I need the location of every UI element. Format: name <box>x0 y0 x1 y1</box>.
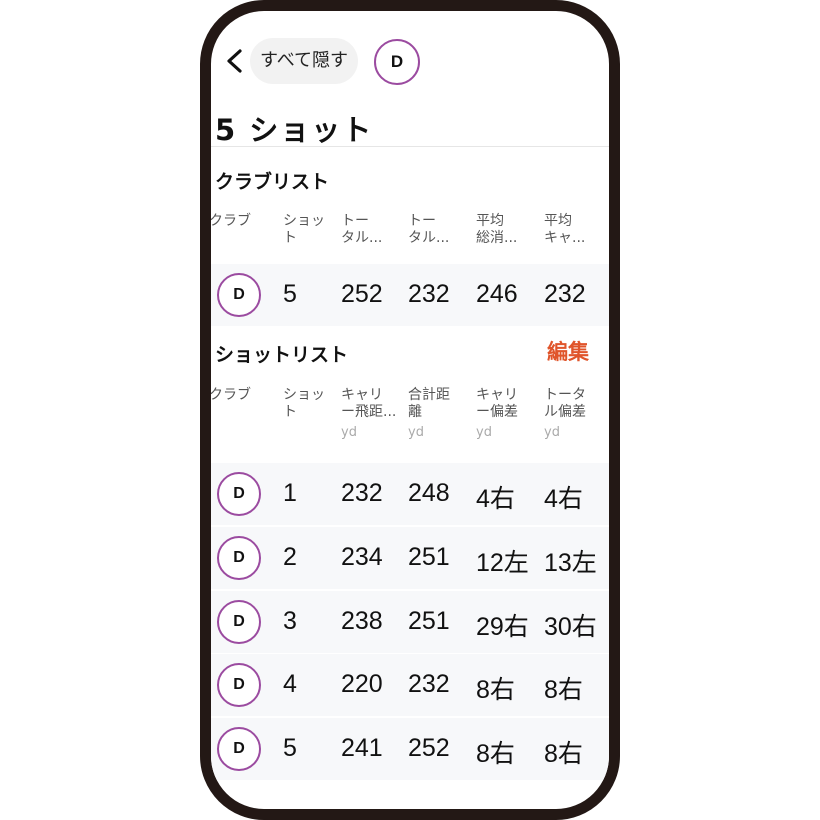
shot-list-cell: 251 <box>408 542 450 571</box>
hide-all-button[interactable]: すべて隠す <box>250 38 359 84</box>
shot-list-column-unit: yd <box>476 425 492 440</box>
page-title: 5 ショット <box>215 113 374 147</box>
shot-list-cell: 13左 <box>544 548 597 577</box>
shot-list-cell: 251 <box>408 606 450 635</box>
club-list-column-header: 平均 総消... <box>476 213 517 247</box>
column-header-line: ー飛距... <box>341 404 397 420</box>
shot-list-cell: 30右 <box>544 612 597 641</box>
shot-list-column-header: キャリ ー飛距... <box>341 387 396 421</box>
shot-list-column-unit: yd <box>408 425 424 440</box>
column-header-line: クラブ <box>209 213 251 229</box>
shot-list-cell: 220 <box>341 670 383 699</box>
club-list-cell: 232 <box>408 280 450 308</box>
shot-list-cell: 234 <box>341 542 383 571</box>
edit-button[interactable]: 編集 <box>547 336 589 366</box>
column-header-line: ル偏差 <box>544 404 586 420</box>
column-header-line: キャ... <box>544 230 586 246</box>
shot-list-cell: 8右 <box>544 740 583 769</box>
shot-list-column-unit: yd <box>341 425 357 440</box>
club-list-cell: 252 <box>341 280 383 308</box>
shot-list-cell: 252 <box>408 734 450 763</box>
shot-list-cell: 4右 <box>476 485 515 513</box>
shot-list-column-header: クラブ <box>209 387 251 404</box>
column-header-line: ト <box>283 404 297 420</box>
shot-list-cell: 4右 <box>544 485 583 513</box>
club-list-column-header: クラブ <box>209 213 251 230</box>
club-list-cell: 232 <box>544 280 586 308</box>
shot-list-title: ショットリスト <box>215 344 349 366</box>
club-list-title: クラブリスト <box>215 171 330 193</box>
column-header-line: トー <box>341 213 369 229</box>
shot-list-cell: 2 <box>283 542 297 571</box>
column-header-line: 総消... <box>476 230 518 246</box>
shot-list-cell: 1 <box>283 479 297 507</box>
club-filter-chip[interactable]: D <box>374 39 420 85</box>
club-list-column-header: ショット <box>283 213 325 247</box>
club-chip: D <box>217 472 261 516</box>
club-chip: D <box>217 535 261 580</box>
column-header-line: トータ <box>544 387 586 403</box>
club-list-column-header: トー タル... <box>341 213 382 247</box>
shot-list-cell: 4 <box>283 670 297 699</box>
shot-list-cell: 29右 <box>476 612 529 641</box>
shot-list-cell: 12左 <box>476 548 529 577</box>
club-chip: D <box>217 273 261 317</box>
shot-list-cell: 3 <box>283 606 297 635</box>
column-header-line: ショッ <box>283 213 325 229</box>
shot-list-cell: 5 <box>283 734 297 763</box>
column-header-line: タル... <box>408 230 450 246</box>
column-header-line: 平均 <box>476 213 504 229</box>
club-chip: D <box>217 599 261 644</box>
shot-list-cell: 8右 <box>544 676 583 705</box>
divider <box>211 146 609 147</box>
shot-list-cell: 232 <box>341 479 383 507</box>
shot-list-column-header: トータ ル偏差 <box>544 387 586 421</box>
shot-list-column-header: ショット <box>283 387 325 421</box>
column-header-line: 平均 <box>544 213 572 229</box>
phone-frame: すべて隠す D 5 ショット クラブリスト ショットリスト 編集 クラブ ショット… <box>200 0 620 820</box>
shot-list-cell: 232 <box>408 670 450 699</box>
column-header-line: タル... <box>341 230 383 246</box>
shot-list-cell: 8右 <box>476 740 515 769</box>
club-list-column-header: 平均 キャ... <box>544 213 585 247</box>
column-header-line: 離 <box>408 404 422 420</box>
shot-list-cell: 238 <box>341 606 383 635</box>
club-list-column-header: トー タル... <box>408 213 449 247</box>
shot-list-column-header: 合計距離 <box>408 387 450 421</box>
shot-list-column-unit: yd <box>544 425 560 440</box>
club-list-cell: 246 <box>476 280 518 308</box>
column-header-line: 合計距 <box>408 387 450 403</box>
back-chevron-icon[interactable] <box>223 41 245 81</box>
column-header-line: ト <box>283 230 297 246</box>
screen: すべて隠す D 5 ショット クラブリスト ショットリスト 編集 クラブ ショット… <box>211 11 609 809</box>
column-header-line: トー <box>408 213 436 229</box>
column-header-line: クラブ <box>209 387 251 403</box>
shot-list-cell: 241 <box>341 734 383 763</box>
column-header-line: キャリ <box>341 387 383 403</box>
shot-list-column-header: キャリ ー偏差 <box>476 387 518 421</box>
column-header-line: キャリ <box>476 387 518 403</box>
shot-list-cell: 248 <box>408 479 450 507</box>
club-chip: D <box>217 727 261 772</box>
column-header-line: ー偏差 <box>476 404 518 420</box>
column-header-line: ショッ <box>283 387 325 403</box>
club-list-cell: 5 <box>283 280 297 308</box>
shot-list-cell: 8右 <box>476 676 515 705</box>
